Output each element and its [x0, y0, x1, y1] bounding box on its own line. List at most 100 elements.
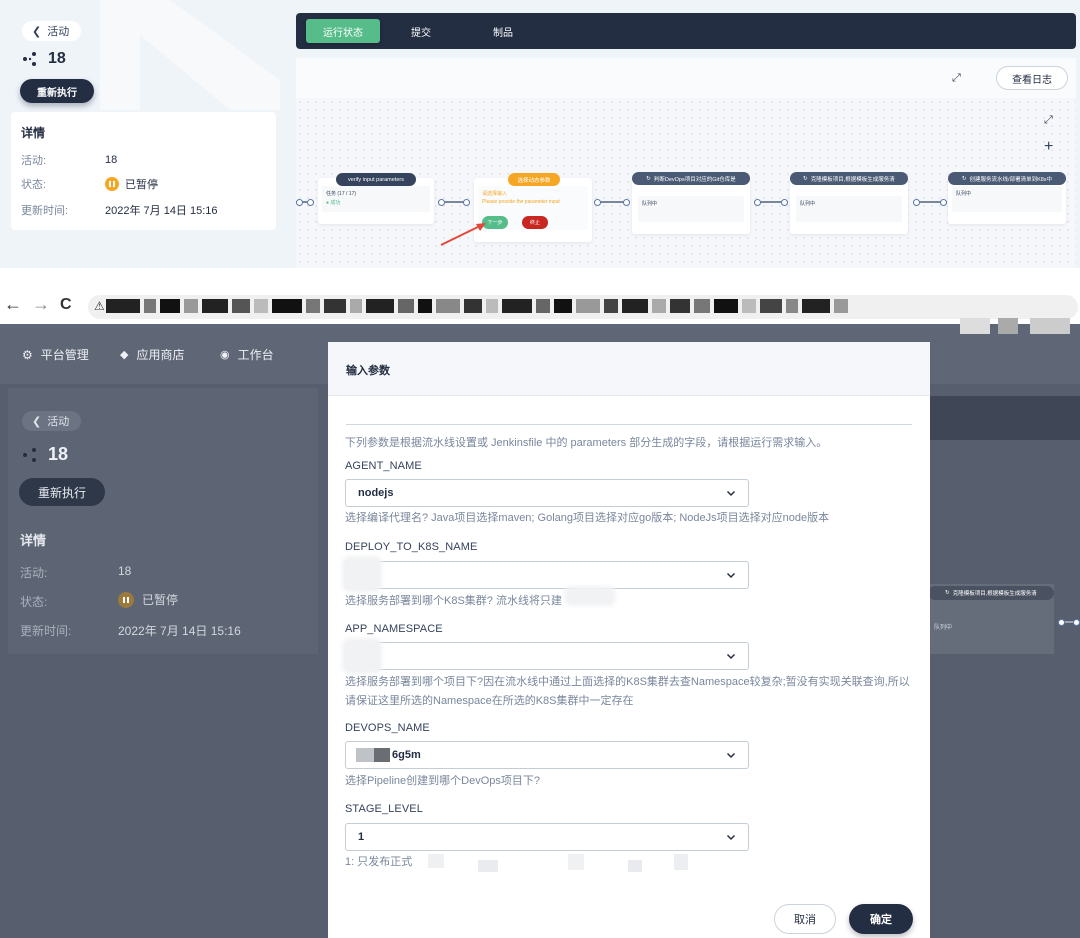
field-desc-devops-name: 选择Pipeline创建到哪个DevOps项目下? [345, 775, 540, 787]
redacted-block [652, 299, 666, 313]
bg-back-label: 活动 [47, 416, 70, 428]
nav-app-store[interactable]: ◆ 应用商店 [120, 346, 184, 363]
zoom-in-icon[interactable]: + [1044, 138, 1053, 156]
redacted-block [960, 318, 990, 334]
divider [346, 424, 912, 425]
field-label-devops-name: DEVOPS_NAME [345, 722, 430, 734]
tab-run-status[interactable]: 运行状态 [306, 19, 380, 43]
redacted-block [366, 299, 394, 313]
devops-name-select[interactable]: 6g5m [345, 741, 749, 769]
reload-icon[interactable]: C [60, 296, 72, 314]
redacted-block [502, 299, 532, 313]
stage-card-select-params[interactable]: 请选择输入 Please provide the parameter input… [474, 178, 592, 242]
stage-title-create-pipeline: ↻ 创建服务流水线/部署清单到K8s中 [948, 172, 1066, 185]
status-badge: 已暂停 [125, 179, 158, 191]
bg-rerun-label: 重新执行 [37, 485, 86, 500]
detail-key: 更新时间: [21, 205, 69, 217]
pipeline-run-panel: ❮ 活动 18 重新执行 详情 活动: 18 状态: 已暂停 更新时间: 202… [0, 0, 1080, 268]
bg-status-badge: 已暂停 [142, 593, 179, 607]
redacted-block [144, 299, 156, 313]
forward-arrow-icon[interactable]: → [32, 294, 50, 315]
paused-icon [118, 591, 134, 608]
chevron-down-icon [726, 653, 736, 660]
store-icon: ◆ [120, 349, 129, 361]
chevron-down-icon [726, 490, 736, 497]
stage-card-check-git[interactable]: 队列中 [632, 178, 750, 234]
stop-button[interactable]: 终止 [522, 216, 548, 229]
field-label-stage-level: STAGE_LEVEL [345, 803, 423, 815]
back-arrow-icon[interactable]: ← [4, 294, 22, 315]
redacted-block [674, 854, 688, 870]
redacted-block [398, 299, 414, 313]
tab-artifacts[interactable]: 制品 [462, 19, 544, 43]
rerun-button[interactable]: 重新执行 [20, 79, 94, 103]
bg-back-button: ❮ 活动 [22, 411, 82, 431]
run-id-value: 18 [48, 50, 66, 67]
redacted-block [254, 299, 268, 313]
field-desc-stage-level: 1: 只发布正式 [345, 856, 413, 868]
address-bar[interactable]: ⚠ [88, 295, 1078, 319]
redacted-block [160, 299, 180, 313]
detail-row-updated: 更新时间: 2022年 7月 14日 15:16 [21, 202, 218, 218]
nav-platform-admin[interactable]: ⚙ 平台管理 [22, 346, 89, 363]
redacted-block [576, 299, 600, 313]
zoom-fit-icon[interactable]: ⤢ [1044, 114, 1053, 127]
redacted-block [998, 318, 1018, 334]
redacted-block [628, 860, 642, 872]
stage-queue: 队列中 [952, 186, 1062, 212]
deploy-k8s-select[interactable] [345, 561, 749, 589]
stage-title-text: 判断DevOps项目对应的Git仓库是 [653, 176, 736, 183]
bg-detail-key: 更新时间: [20, 624, 72, 638]
bg-detail-value: 18 [118, 564, 132, 578]
browser-toolbar: ← → C ⚠ [0, 288, 1080, 324]
redacted-block [834, 299, 848, 313]
queue-label: 队列中 [642, 201, 658, 207]
connector [594, 199, 630, 206]
redacted-block [802, 299, 830, 313]
redacted-block [568, 854, 584, 870]
redacted-block [742, 299, 756, 313]
stage-queue: 队列中 [796, 196, 902, 222]
redacted-block [184, 299, 198, 313]
detail-value: 2022年 7月 14日 15:16 [105, 205, 218, 217]
refresh-icon: ↻ [961, 175, 967, 182]
next-label: 下一步 [487, 220, 503, 226]
redacted-block [464, 299, 482, 313]
stage-input-label: 请选择输入 [482, 191, 508, 197]
refresh-icon: ↻ [646, 175, 651, 182]
back-button[interactable]: ❮ 活动 [22, 21, 82, 41]
queue-label: 队列中 [800, 201, 816, 207]
bg-run-id-value: 18 [48, 444, 69, 464]
stage-level-select[interactable]: 1 [345, 823, 749, 851]
agent-name-select[interactable]: nodejs [345, 479, 749, 507]
view-log-button[interactable]: 查看日志 [996, 66, 1068, 90]
bg-status: 已暂停 [118, 591, 178, 608]
run-id: 18 [22, 50, 66, 68]
bg-detail-key: 活动: [20, 566, 48, 580]
bg-stage-title-text: 克隆模板项目,根据模板生成服务清 [952, 591, 1037, 597]
redacted-block [428, 854, 444, 868]
nav-workbench[interactable]: ◉ 工作台 [220, 346, 274, 363]
redacted-block [670, 299, 690, 313]
bg-stage-body: 队列中 [934, 625, 953, 631]
redacted-block [554, 299, 572, 313]
tab-commits[interactable]: 提交 [380, 19, 462, 43]
stage-title-text: verify input parameters [348, 176, 404, 183]
modal-intro: 下列参数是根据流水线设置或 Jenkinsfile 中的 parameters … [345, 437, 828, 449]
detail-key: 状态: [21, 179, 47, 191]
fullscreen-icon[interactable]: ⤢ [952, 72, 961, 85]
redacted-block [356, 748, 374, 762]
cancel-button[interactable]: 取消 [774, 904, 836, 934]
bg-run-id: 18 [22, 444, 68, 465]
detail-value: 18 [105, 154, 118, 166]
stage-card-clone-template[interactable]: 队列中 [790, 178, 908, 234]
app-namespace-select[interactable] [345, 642, 749, 670]
input-params-modal: 输入参数 下列参数是根据流水线设置或 Jenkinsfile 中的 parame… [328, 342, 930, 938]
bg-tab-bar [930, 396, 1080, 440]
modal-header: 输入参数 [328, 342, 930, 396]
redacted-block [786, 299, 798, 313]
confirm-button[interactable]: 确定 [849, 904, 913, 934]
redacted-block [604, 299, 618, 313]
redacted-block [694, 299, 710, 313]
stage-task-label: 任务 (17 / 17) [326, 191, 357, 197]
